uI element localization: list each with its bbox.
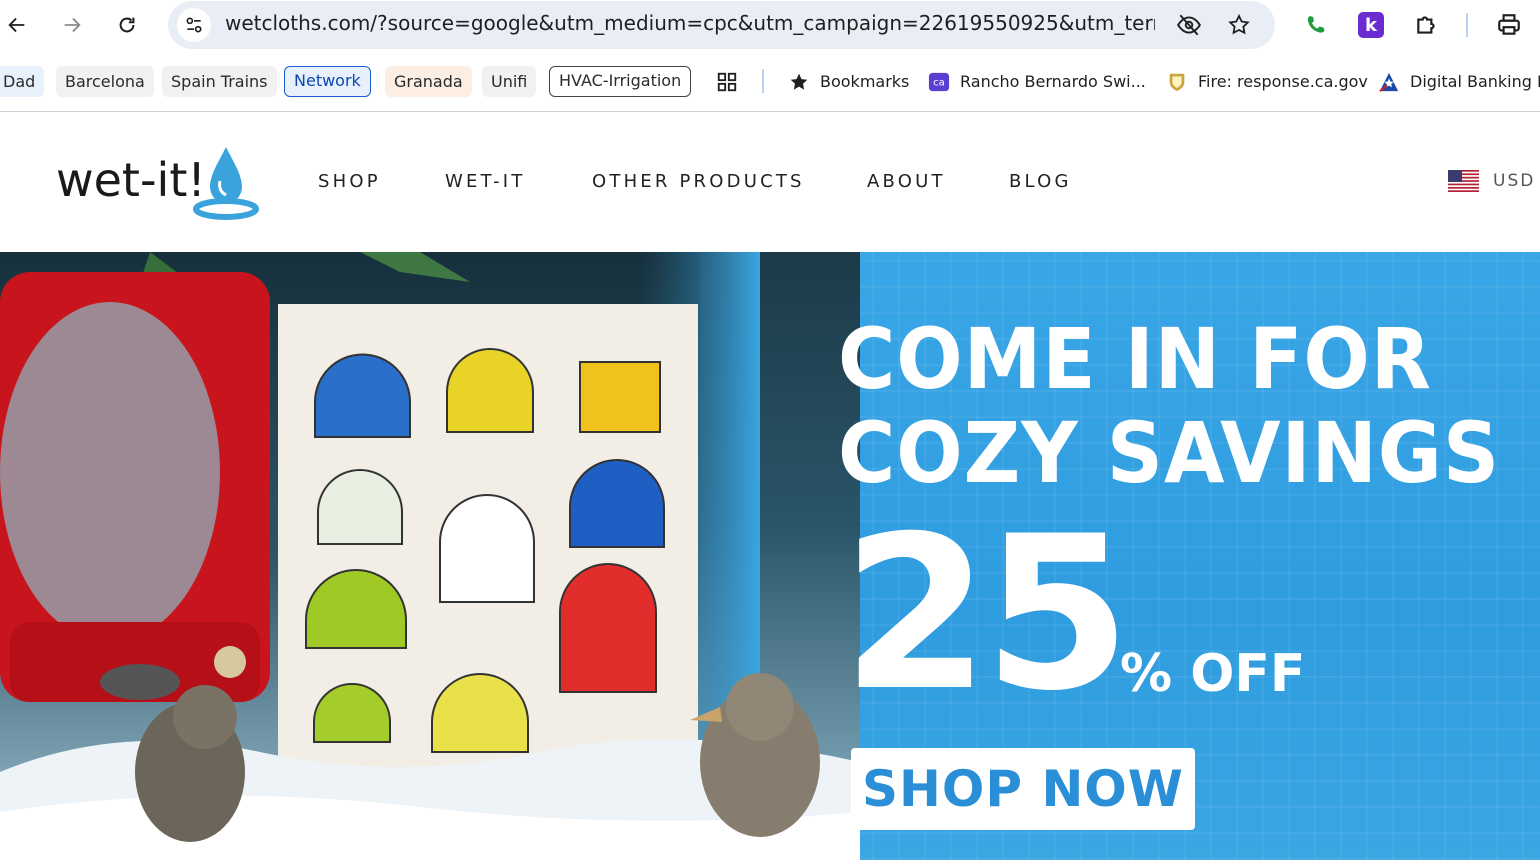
bookmark-folder-bookmarks[interactable]: Bookmarks [788, 66, 909, 97]
grid-icon [717, 72, 737, 91]
eye-off-icon[interactable] [1174, 10, 1204, 40]
bookmark-chip-network[interactable]: Network [284, 66, 371, 97]
bookmark-chip-barcelona[interactable]: Barcelona [56, 66, 154, 97]
currency-label: USD [1493, 171, 1536, 191]
site-info-button[interactable] [177, 8, 211, 42]
reload-icon [119, 17, 135, 33]
nav-shop[interactable]: SHOP [318, 171, 381, 192]
hero-headline: COME IN FOR COZY SAVINGS [838, 312, 1500, 500]
reload-button[interactable] [110, 8, 144, 42]
hero-headline-line1: COME IN FOR [838, 310, 1432, 408]
bookmark-chip-dad[interactable]: Dad [0, 66, 45, 97]
hero-product-photo [0, 252, 860, 860]
nav-about[interactable]: ABOUT [867, 171, 946, 192]
discount-suffix: % OFF [1120, 644, 1306, 704]
hero-banner[interactable]: COME IN FOR COZY SAVINGS 25 % OFF SHOP N… [0, 252, 1540, 860]
bookmark-chip-hvac-irrigation[interactable]: HVAC-Irrigation [549, 66, 692, 97]
wet-it-logo[interactable]: wet-it! [56, 143, 266, 223]
bookmark-rancho-bernardo[interactable]: ca Rancho Bernardo Swi... [928, 66, 1146, 97]
bookmark-chip-unifi[interactable]: Unifi [482, 66, 537, 97]
discount-number: 25 [842, 490, 1131, 737]
url-text[interactable]: wetcloths.com/?source=google&utm_medium=… [225, 11, 1155, 35]
browser-toolbar: wetcloths.com/?source=google&utm_medium=… [0, 0, 1540, 52]
back-button[interactable] [0, 8, 34, 42]
nav-blog[interactable]: BLOG [1009, 171, 1072, 192]
ca-seal-favicon [1166, 71, 1188, 93]
bookmark-digital-banking[interactable]: Digital Banking Lo [1378, 66, 1540, 97]
toolbar-divider [1466, 13, 1468, 37]
phone-extension-icon[interactable] [1299, 8, 1333, 42]
currency-selector[interactable]: USD [1448, 170, 1535, 192]
bookmarks-divider [762, 69, 764, 93]
forward-button[interactable] [55, 8, 89, 42]
bookmark-fire-response[interactable]: Fire: response.ca.gov [1166, 66, 1368, 97]
star-icon [788, 71, 810, 93]
ca-favicon: ca [928, 71, 950, 93]
shop-now-button[interactable]: SHOP NOW [851, 748, 1195, 830]
back-arrow-icon [8, 17, 25, 33]
water-drop-icon [193, 147, 259, 220]
svg-text:ca: ca [933, 77, 945, 88]
bookmark-chip-spain-trains[interactable]: Spain Trains [162, 66, 277, 97]
star-bookmark-icon[interactable] [1224, 10, 1254, 40]
nav-wet-it[interactable]: WET-IT [445, 171, 526, 192]
bank-favicon [1378, 71, 1400, 93]
bookmark-label: Bookmarks [820, 72, 910, 91]
puzzle-extensions-icon[interactable] [1410, 8, 1444, 42]
address-bar[interactable]: wetcloths.com/?source=google&utm_medium=… [168, 1, 1275, 49]
apps-grid-button[interactable] [716, 66, 738, 97]
k-extension-icon[interactable]: k [1354, 8, 1388, 42]
bookmark-label: Fire: response.ca.gov [1198, 72, 1368, 91]
bookmark-chip-granada[interactable]: Granada [385, 66, 472, 97]
us-flag-icon [1448, 170, 1479, 192]
print-icon[interactable] [1492, 8, 1526, 42]
nav-other-products[interactable]: OTHER PRODUCTS [592, 171, 805, 192]
forward-arrow-icon [64, 17, 81, 33]
bookmarks-bar: Dad Barcelona Spain Trains Network Grana… [0, 52, 1540, 112]
bookmark-label: Rancho Bernardo Swi... [960, 72, 1146, 91]
site-header: wet-it! SHOP WET-IT OTHER PRODUCTS ABOUT… [0, 113, 1540, 252]
tune-icon [186, 17, 202, 33]
hero-headline-line2: COZY SAVINGS [838, 404, 1501, 502]
bookmark-label: Digital Banking Lo [1410, 72, 1540, 91]
